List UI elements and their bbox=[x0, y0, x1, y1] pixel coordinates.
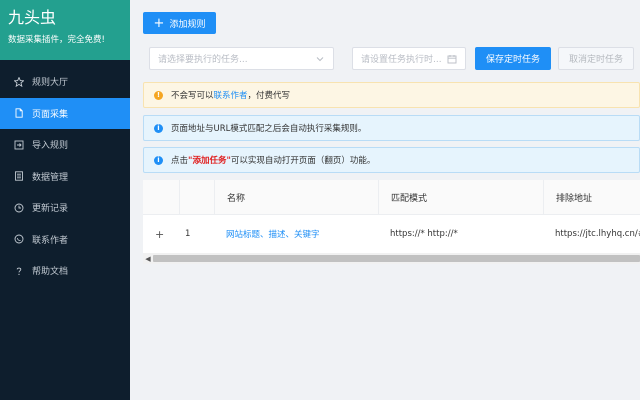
sidebar-nav: 规则大厅 页面采集 导入规则 数据管理 更新记录 联系作者 帮助文档 bbox=[0, 60, 130, 287]
brand-title: 九头虫 bbox=[8, 8, 57, 27]
chevron-down-icon bbox=[316, 57, 324, 62]
star-icon bbox=[14, 76, 24, 87]
sidebar-item-label: 规则大厅 bbox=[32, 78, 69, 89]
header-match-pattern: 匹配模式 bbox=[378, 180, 543, 215]
expand-row-button[interactable]: + bbox=[155, 215, 167, 253]
info-text: 页面地址与URL模式匹配之后会自动执行采集规则。 bbox=[171, 124, 367, 134]
sidebar-item-label: 更新记录 bbox=[32, 204, 69, 215]
brand-header: 九头虫 数据采集插件，完全免费! bbox=[0, 0, 130, 60]
warning-icon: ! bbox=[154, 90, 163, 100]
rule-name-link[interactable]: 网站标题、描述、关键字 bbox=[226, 215, 376, 253]
sidebar-item-update-log[interactable]: 更新记录 bbox=[0, 192, 130, 224]
sidebar: 九头虫 数据采集插件，完全免费! 规则大厅 页面采集 导入规则 数据管理 更新记… bbox=[0, 0, 130, 400]
exclude-url-cell: https://jtc.lhyhq.cn/#/ bbox=[555, 229, 640, 239]
import-icon bbox=[14, 140, 24, 150]
brand-subtitle: 数据采集插件，完全免费! bbox=[8, 35, 105, 45]
scrollbar-thumb[interactable] bbox=[153, 255, 640, 262]
save-schedule-button[interactable]: 保存定时任务 bbox=[475, 47, 551, 70]
warning-text-prefix: 不会写可以 bbox=[171, 91, 214, 101]
contact-author-link[interactable]: 联系作者 bbox=[214, 89, 248, 101]
sidebar-item-contact-author[interactable]: 联系作者 bbox=[0, 224, 130, 256]
calendar-icon bbox=[447, 55, 457, 64]
info-text-prefix: 点击 bbox=[171, 156, 189, 166]
add-rule-label: 添加规则 bbox=[169, 19, 206, 30]
cancel-schedule-button[interactable]: 取消定时任务 bbox=[558, 47, 634, 70]
add-rule-button[interactable]: + 添加规则 bbox=[143, 12, 216, 34]
sidebar-item-label: 帮助文档 bbox=[32, 267, 69, 278]
sidebar-item-import-rule[interactable]: 导入规则 bbox=[0, 129, 130, 161]
question-icon bbox=[14, 266, 24, 276]
scroll-left-icon[interactable]: ◀ bbox=[144, 254, 152, 263]
header-index bbox=[179, 180, 214, 215]
sidebar-item-page-collect[interactable]: 页面采集 bbox=[0, 97, 130, 129]
add-task-highlight: "添加任务" bbox=[188, 156, 231, 166]
toolbar: + 添加规则 bbox=[130, 0, 640, 40]
row-index: 1 bbox=[185, 229, 191, 239]
info-icon: i bbox=[154, 123, 163, 133]
clock-icon bbox=[14, 203, 24, 213]
chat-icon bbox=[14, 234, 24, 244]
plus-icon: + bbox=[153, 15, 165, 31]
warning-alert: ! 不会写可以 联系作者 ，付费代写 bbox=[143, 82, 640, 108]
sidebar-item-data-manage[interactable]: 数据管理 bbox=[0, 161, 130, 193]
rules-table: 名称 匹配模式 排除地址 + 1 网站标题、描述、关键字 https://* h… bbox=[143, 180, 640, 264]
schedule-time-input[interactable]: 请设置任务执行时... bbox=[352, 47, 466, 70]
task-select-placeholder: 请选择要执行的任务... bbox=[158, 55, 248, 65]
main-content: + 添加规则 请选择要执行的任务... 请设置任务执行时... 保存定时任务 取… bbox=[130, 0, 640, 400]
data-icon bbox=[14, 171, 24, 181]
sidebar-item-label: 联系作者 bbox=[32, 235, 69, 246]
task-select[interactable]: 请选择要执行的任务... bbox=[149, 47, 334, 70]
document-icon bbox=[14, 108, 24, 118]
sidebar-item-rule-hall[interactable]: 规则大厅 bbox=[0, 66, 130, 98]
table-header: 名称 匹配模式 排除地址 bbox=[143, 180, 640, 215]
match-pattern-cell: https://* http://* bbox=[390, 229, 458, 239]
schedule-time-placeholder: 请设置任务执行时... bbox=[361, 55, 442, 65]
header-exclude-url: 排除地址 bbox=[543, 180, 640, 215]
info-icon: i bbox=[154, 155, 163, 165]
horizontal-scrollbar[interactable]: ◀ bbox=[143, 253, 640, 264]
sidebar-item-help-docs[interactable]: 帮助文档 bbox=[0, 255, 130, 287]
info-alert-add-task: i 点击 "添加任务" 可以实现自动打开页面（翻页）功能。 bbox=[143, 147, 640, 173]
sidebar-item-label: 导入规则 bbox=[32, 141, 69, 152]
info-alert-url-match: i 页面地址与URL模式匹配之后会自动执行采集规则。 bbox=[143, 115, 640, 141]
table-row: + 1 网站标题、描述、关键字 https://* http://* https… bbox=[143, 215, 640, 253]
header-name: 名称 bbox=[214, 180, 378, 215]
info-text-suffix: 可以实现自动打开页面（翻页）功能。 bbox=[230, 156, 376, 166]
sidebar-item-label: 数据管理 bbox=[32, 172, 69, 183]
header-expand bbox=[143, 180, 179, 215]
schedule-row: 请选择要执行的任务... 请设置任务执行时... 保存定时任务 取消定时任务 bbox=[149, 47, 640, 70]
warning-text-suffix: ，付费代写 bbox=[247, 91, 291, 101]
sidebar-item-label: 页面采集 bbox=[32, 109, 69, 120]
